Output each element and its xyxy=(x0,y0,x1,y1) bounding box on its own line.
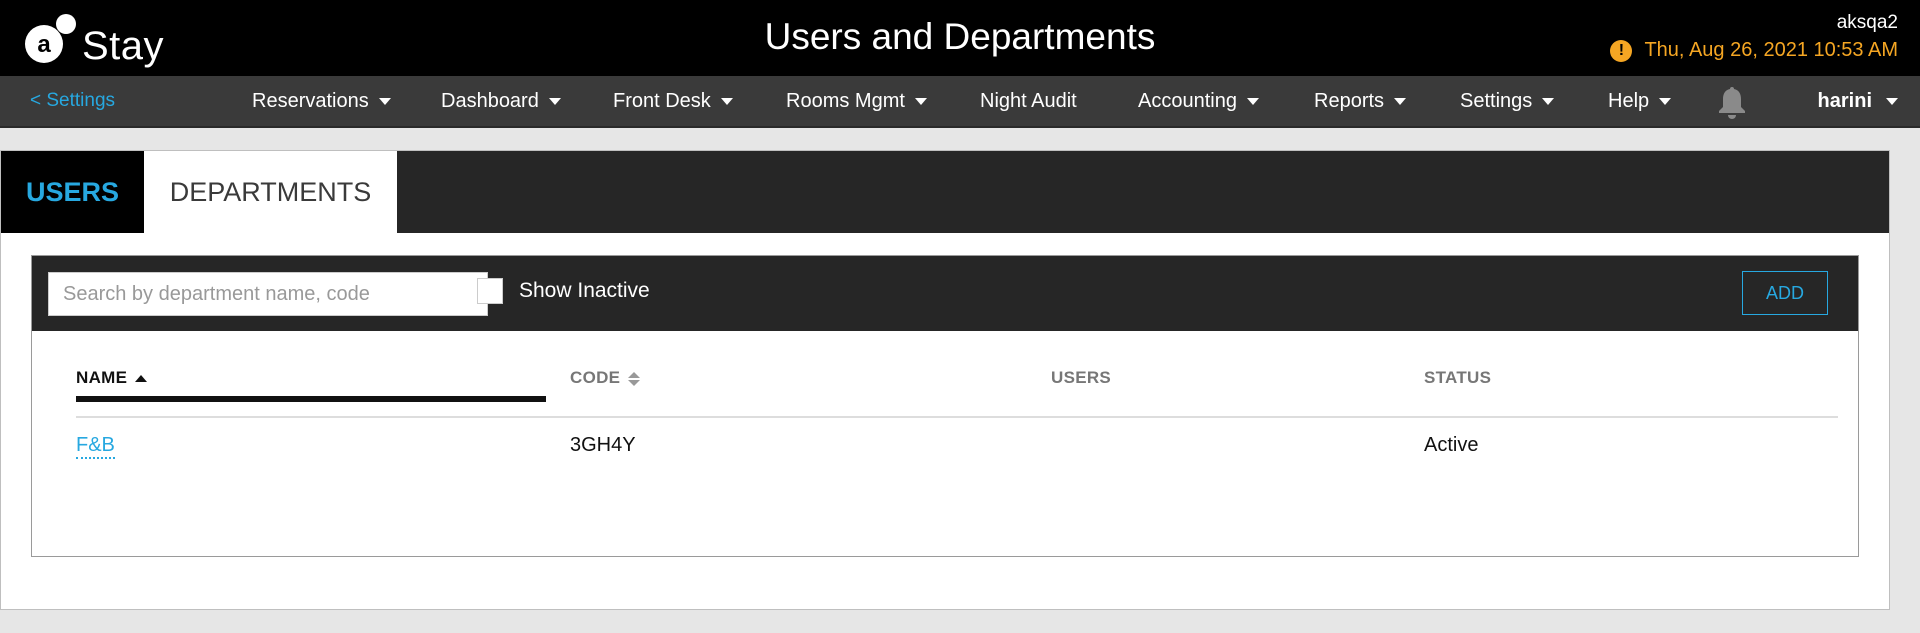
content-panel: USERS DEPARTMENTS Show Inactive ADD NAME… xyxy=(0,150,1890,610)
add-button[interactable]: ADD xyxy=(1742,271,1828,315)
chevron-down-icon xyxy=(1246,98,1259,106)
show-inactive-label: Show Inactive xyxy=(519,279,650,302)
column-header-code[interactable]: CODE xyxy=(570,368,641,388)
nav-label: Dashboard xyxy=(441,90,539,112)
nav-front-desk[interactable]: Front Desk xyxy=(613,90,733,113)
datetime-text: Thu, Aug 26, 2021 10:53 AM xyxy=(1644,39,1898,61)
nav-label: Reservations xyxy=(252,90,369,112)
exclamation-icon: ! xyxy=(1610,39,1633,62)
sort-ascending-icon xyxy=(135,375,148,383)
main-nav: < Settings Reservations Dashboard Front … xyxy=(0,76,1920,128)
column-header-name[interactable]: NAME xyxy=(76,368,148,388)
user-name: harini xyxy=(1817,90,1872,112)
tab-users[interactable]: USERS xyxy=(1,151,144,233)
nav-reservations[interactable]: Reservations xyxy=(252,90,391,113)
nav-label: Front Desk xyxy=(613,90,711,112)
row-code-cell: 3GH4Y xyxy=(570,434,636,456)
user-menu[interactable]: harini xyxy=(1818,90,1898,113)
chevron-down-icon xyxy=(1542,98,1555,106)
nav-label: Night Audit xyxy=(980,90,1077,112)
department-name-link[interactable]: F&B xyxy=(76,434,115,459)
tab-bar: USERS DEPARTMENTS xyxy=(1,151,1889,233)
column-header-status: STATUS xyxy=(1424,368,1492,387)
nav-label: Reports xyxy=(1314,90,1385,112)
nav-settings[interactable]: Settings xyxy=(1460,90,1555,113)
chevron-down-icon xyxy=(1886,98,1898,106)
departments-box: Show Inactive ADD NAME CODE USERS STATUS… xyxy=(31,255,1859,557)
chevron-down-icon xyxy=(1659,98,1672,106)
nav-reports[interactable]: Reports xyxy=(1314,90,1407,113)
bell-icon[interactable] xyxy=(1717,85,1747,119)
nav-label: Rooms Mgmt xyxy=(786,90,905,112)
business-datetime: ! Thu, Aug 26, 2021 10:53 AM xyxy=(1610,39,1898,62)
chevron-down-icon xyxy=(378,98,391,106)
back-to-settings-link[interactable]: < Settings xyxy=(30,90,115,112)
show-inactive-control[interactable]: Show Inactive xyxy=(477,278,650,304)
row-status-cell: Active xyxy=(1424,434,1479,456)
active-sort-indicator xyxy=(76,396,546,402)
property-name: aksqa2 xyxy=(1836,12,1898,33)
column-header-label: NAME xyxy=(76,368,128,387)
chevron-down-icon xyxy=(720,98,733,106)
column-header-users: USERS xyxy=(1051,368,1112,387)
nav-night-audit[interactable]: Night Audit xyxy=(980,90,1077,113)
nav-help[interactable]: Help xyxy=(1608,90,1672,113)
nav-label: Settings xyxy=(1460,90,1533,112)
tab-departments[interactable]: DEPARTMENTS xyxy=(144,151,397,233)
chevron-down-icon xyxy=(1394,98,1407,106)
search-input[interactable] xyxy=(48,272,488,316)
header-divider xyxy=(76,416,1838,418)
top-header: a Stay Users and Departments aksqa2 ! Th… xyxy=(0,0,1920,76)
column-header-label: CODE xyxy=(570,368,621,387)
nav-label: Help xyxy=(1608,90,1650,112)
row-name-cell: F&B xyxy=(76,434,115,459)
nav-rooms-mgmt[interactable]: Rooms Mgmt xyxy=(786,90,927,113)
show-inactive-checkbox[interactable] xyxy=(477,278,503,304)
nav-accounting[interactable]: Accounting xyxy=(1138,90,1259,113)
sort-icon xyxy=(628,371,641,387)
chevron-down-icon xyxy=(914,98,927,106)
departments-toolbar: Show Inactive ADD xyxy=(32,256,1858,331)
chevron-down-icon xyxy=(548,98,561,106)
nav-dashboard[interactable]: Dashboard xyxy=(441,90,561,113)
nav-label: Accounting xyxy=(1138,90,1237,112)
